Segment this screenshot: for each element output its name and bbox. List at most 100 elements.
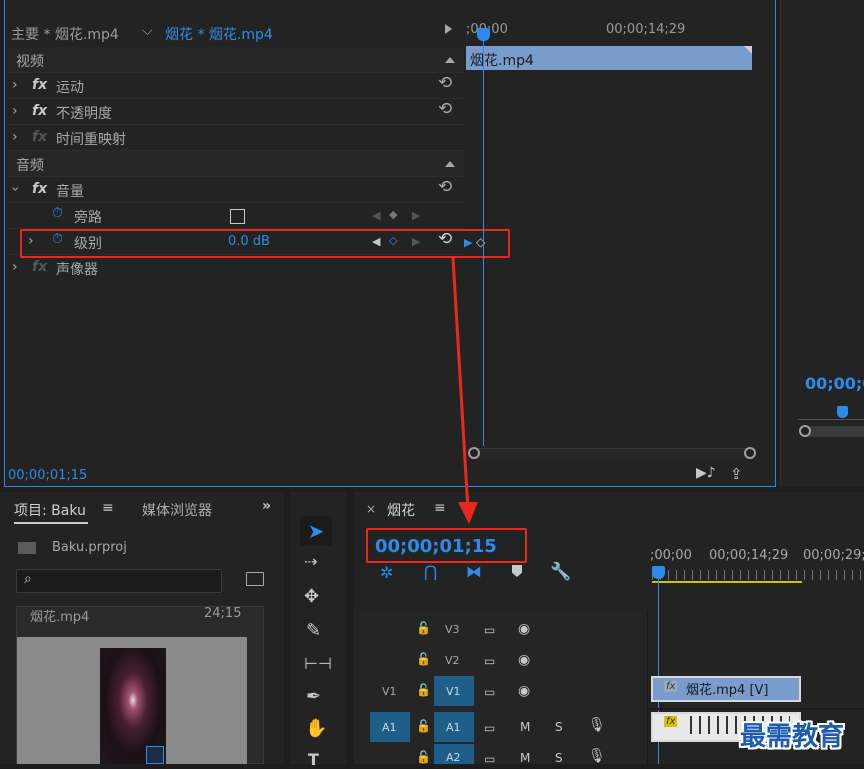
solo-button[interactable]: S (555, 720, 563, 734)
selection-tool-icon[interactable]: ➤ (300, 516, 332, 546)
collapse-up-icon[interactable] (445, 161, 455, 167)
fx-badge[interactable]: fx (32, 259, 47, 275)
watermark: 最需教育 (740, 722, 845, 752)
section-audio: 音频 (8, 151, 464, 177)
expand-chevron-icon[interactable]: › (12, 129, 18, 145)
play-triangle-icon[interactable] (445, 24, 452, 34)
chevron-down-icon[interactable]: ⌵ (142, 23, 153, 39)
type-tool-icon[interactable]: T (308, 750, 319, 769)
next-keyframe-icon[interactable]: ▶ (412, 209, 420, 222)
monitor-scrollbar[interactable] (806, 426, 864, 437)
panel-menu-icon[interactable]: ≡ (102, 500, 114, 516)
stopwatch-icon[interactable]: ⏱ (52, 205, 63, 221)
reset-icon[interactable]: ⟲ (438, 99, 452, 119)
effect-row-motion[interactable]: › fx 运动 ⟲ (8, 73, 464, 99)
volume-label: 音量 (56, 184, 84, 200)
sequence-badge-icon (146, 746, 164, 764)
monitor-scroll-handle[interactable] (799, 425, 811, 437)
bypass-label: 旁路 (74, 210, 102, 226)
snap-magnet-icon[interactable]: ⋂ (424, 562, 437, 581)
tl-ruler-0: ;00;00 (650, 548, 692, 563)
lock-icon[interactable]: 🔓 (416, 719, 431, 733)
fx-badge[interactable]: fx (664, 716, 678, 727)
track-a2[interactable]: A2 (446, 751, 461, 764)
effect-row-volume[interactable]: › fx 音量 ⟲ (7, 177, 464, 203)
toggle-output-icon[interactable]: ▭ (484, 721, 495, 735)
reset-icon[interactable]: ⟲ (438, 177, 452, 197)
fx-badge[interactable]: fx (32, 103, 47, 119)
source-v1[interactable]: V1 (382, 685, 397, 698)
export-icon[interactable]: ⇪ (730, 465, 743, 483)
solo-button[interactable]: S (555, 751, 563, 765)
monitor-playhead[interactable] (837, 406, 848, 418)
track-v2[interactable]: V2 (445, 654, 460, 667)
reset-icon[interactable]: ⟲ (438, 73, 452, 93)
track-v1[interactable]: V1 (446, 685, 461, 698)
collapse-up-icon[interactable] (445, 57, 455, 63)
track-a1[interactable]: A1 (446, 721, 461, 734)
close-tab-icon[interactable]: × (366, 502, 376, 516)
eye-icon[interactable]: ◉ (518, 621, 530, 637)
razor-tool-icon[interactable]: ✎ (306, 620, 321, 641)
slip-tool-icon[interactable]: ⊢⊣ (304, 654, 332, 673)
timeline-tab[interactable]: 烟花 (387, 500, 415, 520)
tab-project[interactable]: 项目: Baku (14, 500, 86, 520)
find-icon[interactable] (246, 572, 264, 586)
search-input[interactable] (16, 569, 222, 593)
ec-scroll-handle-right[interactable] (744, 447, 756, 459)
tab-master-clip[interactable]: 主要 * 烟花.mp4 (11, 24, 119, 44)
bypass-checkbox[interactable] (230, 209, 245, 224)
microphone-icon[interactable]: 🎙 (588, 717, 606, 733)
collapse-chevron-icon[interactable]: › (7, 186, 23, 192)
fx-badge[interactable]: fx (32, 181, 47, 197)
toggle-output-icon[interactable]: ▭ (484, 654, 495, 668)
effect-row-bypass[interactable]: ⏱ 旁路 ◀ ◆ ▶ (8, 203, 464, 229)
fx-badge[interactable]: fx (664, 681, 678, 692)
microphone-icon[interactable]: 🎙 (588, 748, 606, 764)
track-select-tool-icon[interactable]: ⇢ (304, 552, 317, 571)
fx-badge[interactable]: fx (32, 129, 47, 145)
source-a1[interactable]: A1 (382, 721, 397, 734)
settings-wrench-icon[interactable]: 🔧 (550, 562, 571, 582)
effect-row-opacity[interactable]: › fx 不透明度 ⟲ (8, 99, 464, 125)
hand-tool-icon[interactable]: ✋ (305, 718, 327, 739)
nest-icon[interactable]: ✲ (380, 563, 393, 582)
effect-row-time-remap[interactable]: › fx 时间重映射 (8, 125, 464, 151)
audio-only-icon[interactable]: ▶♪ (696, 465, 716, 481)
expand-chevron-icon[interactable]: › (12, 259, 18, 275)
more-panels-icon[interactable]: » (262, 498, 271, 514)
monitor-timecode[interactable]: 00;00;0 (805, 374, 864, 393)
prev-keyframe-icon[interactable]: ◀ (372, 209, 380, 222)
add-keyframe-icon[interactable]: ◆ (389, 208, 397, 221)
ec-playhead-head[interactable] (477, 28, 490, 41)
effect-row-panner[interactable]: › fx 声像器 (8, 255, 464, 281)
mute-button[interactable]: M (520, 720, 530, 734)
panner-label: 声像器 (56, 262, 98, 278)
lock-icon[interactable]: 🔓 (416, 621, 431, 635)
section-audio-label: 音频 (16, 158, 44, 174)
lock-icon[interactable]: 🔓 (416, 750, 431, 764)
clip-duration: 24;15 (204, 606, 242, 621)
toggle-output-icon[interactable]: ▭ (484, 623, 495, 637)
expand-chevron-icon[interactable]: › (12, 103, 18, 119)
toggle-output-icon[interactable]: ▭ (484, 685, 495, 699)
tab-media-browser[interactable]: 媒体浏览器 (142, 500, 212, 520)
tl-ruler-ticks (652, 570, 864, 580)
tl-work-area-bar[interactable] (652, 581, 802, 583)
lock-icon[interactable]: 🔓 (416, 683, 431, 697)
lock-icon[interactable]: 🔓 (416, 652, 431, 666)
ec-scrollbar[interactable] (474, 448, 750, 459)
tab-sequence-clip[interactable]: 烟花 * 烟花.mp4 (165, 24, 273, 44)
ec-timecode[interactable]: 00;00;01;15 (8, 468, 87, 483)
pen-tool-icon[interactable]: ✒ (306, 686, 321, 707)
expand-chevron-icon[interactable]: › (12, 77, 18, 93)
fx-badge[interactable]: fx (32, 77, 47, 93)
ripple-edit-tool-icon[interactable]: ✥ (304, 586, 319, 607)
eye-icon[interactable]: ◉ (518, 652, 530, 668)
tab-project-underline (14, 522, 88, 524)
bin-up-icon[interactable] (18, 542, 36, 554)
linked-selection-icon[interactable]: ⧓ (466, 562, 482, 581)
track-v3[interactable]: V3 (445, 623, 460, 636)
mute-button[interactable]: M (520, 751, 530, 765)
eye-icon[interactable]: ◉ (518, 683, 530, 699)
